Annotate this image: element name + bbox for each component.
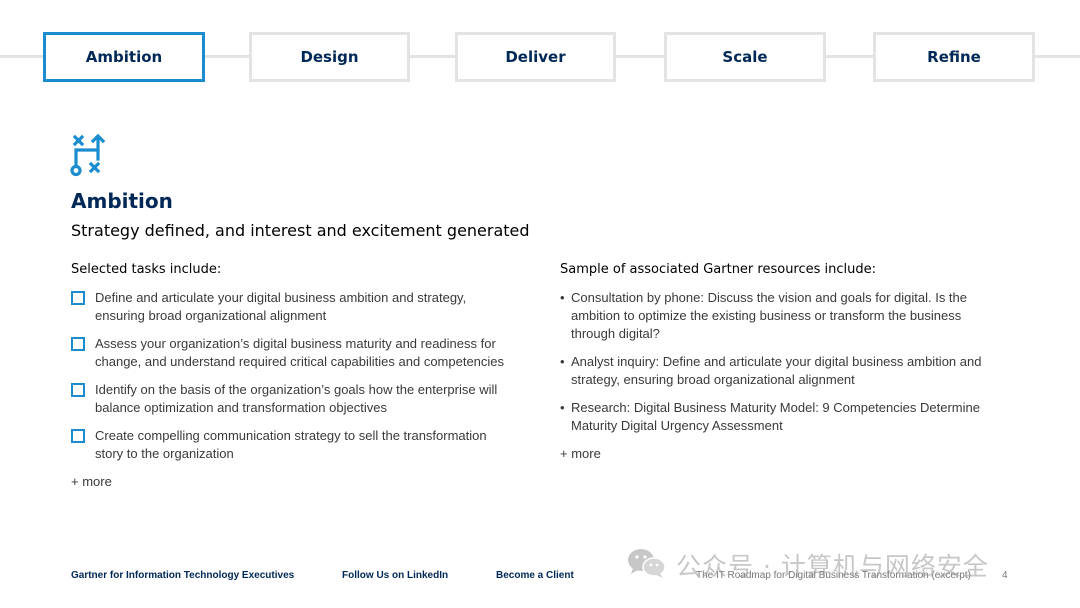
task-checkbox[interactable] xyxy=(71,383,85,397)
task-checkbox[interactable] xyxy=(71,337,85,351)
resources-more-link[interactable]: + more xyxy=(560,445,601,463)
footer-link-linkedin[interactable]: Follow Us on LinkedIn xyxy=(342,570,448,581)
watermark-text: 公众号 · 计算机与网络安全 xyxy=(676,552,989,581)
bullet-icon: • xyxy=(560,290,565,305)
task-checkbox[interactable] xyxy=(71,429,85,443)
resources-heading: Sample of associated Gartner resources i… xyxy=(560,262,877,277)
section-title: Ambition xyxy=(71,189,173,213)
section-subtitle: Strategy defined, and interest and excit… xyxy=(71,221,530,240)
resource-text: Research: Digital Business Maturity Mode… xyxy=(571,400,980,433)
strategy-path-icon xyxy=(70,133,110,179)
task-item: Assess your organization’s digital busin… xyxy=(71,335,521,371)
step-refine[interactable]: Refine xyxy=(873,32,1035,82)
footer-link-become-client[interactable]: Become a Client xyxy=(496,570,574,581)
footer-link-gartner-it-executives[interactable]: Gartner for Information Technology Execu… xyxy=(71,570,294,581)
bullet-icon: • xyxy=(560,400,565,415)
watermark: 公众号 · 计算机与网络安全 xyxy=(626,547,989,583)
step-deliver[interactable]: Deliver xyxy=(455,32,616,82)
resource-item: • Consultation by phone: Discuss the vis… xyxy=(560,289,1010,343)
task-item: Create compelling communication strategy… xyxy=(71,427,521,463)
step-design[interactable]: Design xyxy=(249,32,410,82)
tasks-heading: Selected tasks include: xyxy=(71,262,222,277)
resource-item: • Research: Digital Business Maturity Mo… xyxy=(560,399,1010,435)
step-navigation: Ambition Design Deliver Scale Refine xyxy=(0,32,1080,82)
resource-text: Consultation by phone: Discuss the visio… xyxy=(571,290,968,341)
task-item: Identify on the basis of the organizatio… xyxy=(71,381,521,417)
wechat-icon xyxy=(626,546,668,585)
tasks-more-link[interactable]: + more xyxy=(71,473,112,491)
task-checkbox[interactable] xyxy=(71,291,85,305)
step-ambition[interactable]: Ambition xyxy=(43,32,205,82)
resources-column: Sample of associated Gartner resources i… xyxy=(560,261,1010,463)
task-text: Create compelling communication strategy… xyxy=(95,428,487,461)
resource-item: • Analyst inquiry: Define and articulate… xyxy=(560,353,1010,389)
task-item: Define and articulate your digital busin… xyxy=(71,289,521,325)
bullet-icon: • xyxy=(560,354,565,369)
page-number: 4 xyxy=(1002,570,1008,581)
step-scale[interactable]: Scale xyxy=(664,32,826,82)
resource-text: Analyst inquiry: Define and articulate y… xyxy=(571,354,982,387)
task-text: Assess your organization’s digital busin… xyxy=(95,336,505,369)
tasks-column: Selected tasks include: Define and artic… xyxy=(71,261,521,491)
task-text: Define and articulate your digital busin… xyxy=(95,290,467,323)
task-text: Identify on the basis of the organizatio… xyxy=(95,382,498,415)
